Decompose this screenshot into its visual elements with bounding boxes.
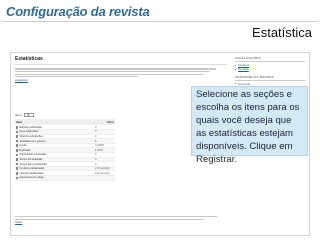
row-value: 3 (0 novo(s)) bbox=[95, 171, 110, 175]
column-item: Item bbox=[16, 120, 23, 124]
row-label: Rejeitado bbox=[19, 148, 31, 152]
title-divider bbox=[2, 21, 318, 22]
row-label: Tempo de avaliação bbox=[19, 157, 43, 161]
main-content: Estatísticas estatísticas bbox=[15, 56, 227, 82]
row-label: Submissões recusadas bbox=[19, 153, 47, 157]
row-value: 2 (0 novo(s)) bbox=[95, 167, 110, 171]
row-label: Total de submissões bbox=[19, 134, 43, 138]
row-value: 4 bbox=[95, 134, 97, 138]
row-checkbox[interactable] bbox=[15, 126, 19, 129]
row-checkbox[interactable] bbox=[15, 135, 19, 138]
sidebar-heading: GESTORES DA REVISTA bbox=[235, 74, 275, 79]
heading-divider bbox=[15, 64, 227, 65]
row-value: 4 (33%) bbox=[95, 144, 105, 148]
page-heading: Estatísticas bbox=[15, 56, 43, 62]
row-checkbox[interactable] bbox=[15, 162, 19, 166]
row-checkbox[interactable] bbox=[15, 171, 19, 175]
save-link[interactable]: Salvar bbox=[15, 221, 225, 224]
blurb-row: estatísticas bbox=[15, 79, 227, 82]
row-value: 3 bbox=[95, 130, 97, 134]
table-toolbar: Itens 25 bbox=[15, 113, 115, 117]
row-value: 0 bbox=[95, 162, 97, 166]
slide-title: Configuração da revista bbox=[6, 4, 150, 19]
items-per-page-label: Itens bbox=[15, 113, 22, 117]
row-label: Usuários cadastrados bbox=[19, 167, 45, 171]
row-checkbox[interactable] bbox=[15, 158, 19, 161]
sidebar-divider bbox=[235, 79, 305, 81]
statistics-table: Itens 25 Item Valor Edições publicadas 3 … bbox=[15, 113, 115, 181]
items-per-page-select[interactable]: 25 bbox=[23, 113, 34, 117]
intro-text bbox=[15, 67, 220, 77]
sidebar-divider bbox=[235, 61, 305, 62]
row-value: 1 (8%) bbox=[95, 148, 103, 152]
row-value: 3 bbox=[95, 125, 97, 129]
table-header: Item Valor bbox=[15, 119, 115, 125]
row-value: 6 bbox=[95, 139, 97, 143]
row-checkbox[interactable] bbox=[15, 139, 19, 143]
row-value: 0 bbox=[95, 153, 97, 157]
table-rows: Edições publicadas 3 Itens publicados 3 To… bbox=[15, 126, 115, 181]
row-label: Assinaturas de artigo bbox=[19, 176, 44, 180]
footer-note: Salvar bbox=[15, 215, 225, 224]
instruction-callout: Selecione as seções e escolha os itens p… bbox=[191, 86, 308, 165]
row-checkbox[interactable] bbox=[15, 148, 19, 152]
row-label: Leitores cadastrados bbox=[19, 171, 44, 175]
row-checkbox[interactable] bbox=[15, 167, 19, 170]
row-checkbox[interactable] bbox=[15, 176, 19, 180]
row-label: Avaliadas sem parecer bbox=[19, 139, 46, 143]
sidebar-heading: ATUALIZAÇÕES bbox=[235, 56, 261, 60]
row-label: Tempo até a publicação bbox=[19, 162, 47, 166]
row-checkbox[interactable] bbox=[15, 153, 19, 157]
row-label: Itens publicados bbox=[19, 130, 39, 134]
table-row: Assinaturas de artigo bbox=[15, 176, 115, 181]
row-checkbox[interactable] bbox=[15, 144, 19, 147]
sidebar-section-updates: ATUALIZAÇÕES Usuários Revistas bbox=[235, 56, 305, 72]
row-value: 0 bbox=[95, 157, 97, 161]
sidebar-link[interactable]: Revistas bbox=[235, 67, 305, 71]
row-checkbox[interactable] bbox=[15, 130, 19, 134]
row-label: Aceito bbox=[19, 144, 27, 148]
row-label: Edições publicadas bbox=[19, 125, 42, 129]
slide-subtitle: Estatística bbox=[252, 25, 312, 40]
statistics-link[interactable]: estatísticas bbox=[15, 79, 28, 82]
column-value: Valor bbox=[106, 120, 114, 124]
